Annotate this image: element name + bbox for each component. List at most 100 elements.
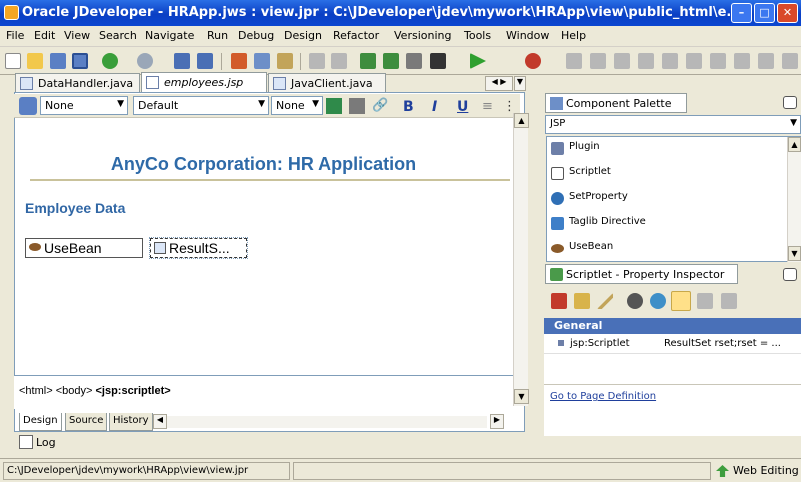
tab-javaclient[interactable]: JavaClient.java [268,73,386,93]
scroll-down-icon[interactable]: ▼ [514,389,529,404]
new-icon[interactable] [5,53,21,69]
menu-design[interactable]: Design [284,29,322,42]
close-button[interactable]: ✕ [777,3,798,23]
maximize-button[interactable]: □ [754,3,775,23]
tag-html[interactable]: <html> [19,385,53,397]
menu-help[interactable]: Help [561,29,586,42]
palette-item-usebean[interactable]: UseBean [569,241,613,252]
tag-current[interactable]: <jsp:scriptlet> [95,385,170,397]
resume-icon[interactable] [662,53,678,69]
tab-datahandler[interactable]: DataHandler.java [15,73,140,93]
palette-category-select[interactable]: JSP ▼ [545,115,801,134]
foreground-color-icon[interactable] [326,98,342,114]
property-value[interactable]: ResultSet rset;rset = ... [664,338,781,349]
pause-icon[interactable] [686,53,702,69]
scroll-up-icon[interactable]: ▲ [788,137,801,152]
copy-icon[interactable] [254,53,270,69]
tab-scroll-buttons[interactable]: ◀ ▶ [485,76,513,91]
scroll-down-icon[interactable]: ▼ [788,246,801,261]
minimize-panel-icon[interactable] [783,96,797,109]
menu-file[interactable]: File [6,29,24,42]
menu-navigate[interactable]: Navigate [145,29,194,42]
log-window-tab[interactable]: Log [14,433,526,451]
categorize-icon[interactable] [671,291,691,311]
tab-list-button[interactable]: ▼ [514,76,526,91]
bold-button[interactable]: B [403,99,414,115]
font-select[interactable]: Default ▼ [133,96,269,115]
filter-icon[interactable] [721,293,737,309]
make-icon[interactable] [309,53,325,69]
pin-icon[interactable] [551,293,567,309]
italic-button[interactable]: I [432,99,437,115]
step-icon[interactable] [566,53,582,69]
editor-scrollbar[interactable]: ▲ ▼ [513,113,529,406]
terminate-icon[interactable] [710,53,726,69]
tab-design[interactable]: Design [19,413,62,431]
background-color-icon[interactable] [349,98,365,114]
component-palette-tab[interactable]: Component Palette [545,93,687,113]
step-into-icon[interactable] [614,53,630,69]
connections-icon[interactable] [430,53,446,69]
minimize-button[interactable]: – [731,3,752,23]
menu-debug[interactable]: Debug [238,29,274,42]
forward-icon[interactable] [137,53,153,69]
open-icon[interactable] [27,53,43,69]
menu-window[interactable]: Window [506,29,549,42]
palette-item-plugin[interactable]: Plugin [569,141,600,152]
monitor-icon[interactable] [782,53,798,69]
menu-tools[interactable]: Tools [464,29,491,42]
sort-icon[interactable] [697,293,713,309]
menu-search[interactable]: Search [99,29,137,42]
go-to-page-definition-link[interactable]: Go to Page Definition [550,391,656,402]
menu-refactor[interactable]: Refactor [333,29,379,42]
refresh-icon[interactable] [650,293,666,309]
save-all-icon[interactable] [72,53,88,69]
property-inspector-tab[interactable]: Scriptlet - Property Inspector [545,264,738,284]
menu-view[interactable]: View [64,29,90,42]
pencil-icon[interactable] [597,293,613,309]
bullet-list-icon[interactable]: ≡ [482,99,498,115]
horizontal-scrollbar[interactable] [167,416,487,428]
property-row[interactable]: jsp:Scriptlet ResultSet rset;rset = ... [544,335,801,354]
redo-icon[interactable] [197,53,213,69]
palette-item-scriptlet[interactable]: Scriptlet [569,166,611,177]
link-icon[interactable]: 🔗 [372,98,388,114]
tag-body[interactable]: <body> [56,385,93,397]
tab-history[interactable]: History [109,413,153,431]
back-icon[interactable] [102,53,118,69]
scroll-right-icon[interactable]: ▶ [490,414,504,429]
palette-item-taglib-directive[interactable]: Taglib Directive [569,216,646,227]
paste-icon[interactable] [277,53,293,69]
menu-edit[interactable]: Edit [34,29,55,42]
run-icon[interactable] [470,53,486,69]
palette-item-setproperty[interactable]: SetProperty [569,191,628,202]
underline-button[interactable]: U [457,99,468,115]
tab-employees-jsp[interactable]: employees.jsp [141,72,267,93]
numbered-list-icon[interactable]: ⋮ [503,99,516,115]
resultset-scriptlet[interactable]: ResultS... [149,237,248,259]
menu-versioning[interactable]: Versioning [394,29,451,42]
undo-icon[interactable] [174,53,190,69]
menu-run[interactable]: Run [207,29,228,42]
deploy-all-icon[interactable] [383,53,399,69]
edit-icon[interactable] [574,293,590,309]
minimize-panel-icon[interactable] [783,268,797,281]
save-icon[interactable] [50,53,66,69]
tab-source[interactable]: Source [65,413,108,431]
profile-icon[interactable] [734,53,750,69]
size-select[interactable]: None ▼ [271,96,323,115]
scroll-up-icon[interactable]: ▲ [514,113,529,128]
style-select[interactable]: None ▼ [40,96,128,115]
scroll-left-icon[interactable]: ◀ [153,414,167,429]
step-out-icon[interactable] [638,53,654,69]
garbage-collect-icon[interactable] [758,53,774,69]
archive-icon[interactable] [406,53,422,69]
binding-icon[interactable] [19,97,37,115]
find-icon[interactable] [627,293,643,309]
palette-scrollbar[interactable]: ▲ ▼ [787,137,801,262]
deploy-icon[interactable] [360,53,376,69]
rebuild-icon[interactable] [331,53,347,69]
debug-icon[interactable] [525,53,541,69]
cut-icon[interactable] [231,53,247,69]
step-over-icon[interactable] [590,53,606,69]
